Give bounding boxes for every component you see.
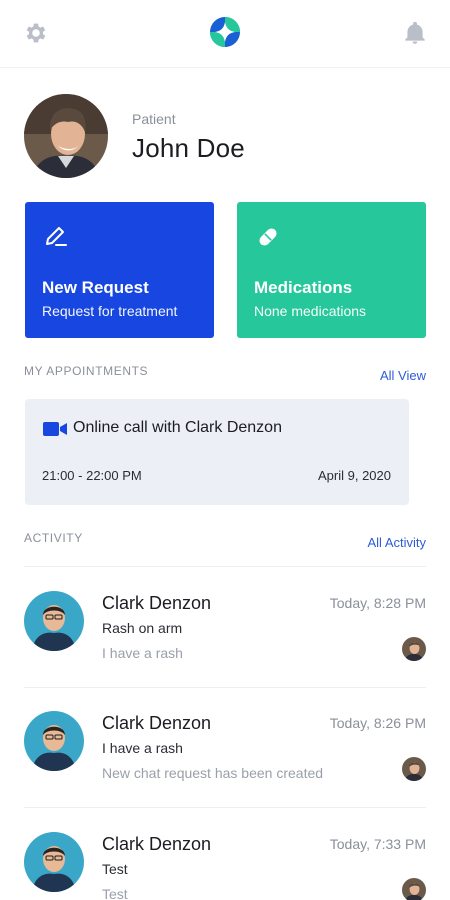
activity-time: Today, 7:33 PM <box>329 836 426 852</box>
activity-subject: I have a rash <box>102 740 183 756</box>
activity-time: Today, 8:28 PM <box>329 595 426 611</box>
activity-item[interactable]: Clark Denzon Today, 8:28 PM Rash on arm … <box>0 591 450 701</box>
pencil-icon <box>46 227 67 246</box>
medications-subtitle: None medications <box>254 303 367 319</box>
all-view-link[interactable]: All View <box>380 368 426 383</box>
new-request-card[interactable]: New Request Request for treatment <box>25 202 214 338</box>
medications-title: Medications <box>254 278 353 297</box>
divider <box>24 566 426 567</box>
activity-item[interactable]: Clark Denzon Today, 7:33 PM Test Test <box>0 832 450 900</box>
activity-subject: Test <box>102 861 128 877</box>
appointment-card[interactable]: Online call with Clark Denzon 21:00 - 22… <box>25 399 409 505</box>
appointment-time: 21:00 - 22:00 PM <box>42 468 142 483</box>
activity-message: I have a rash <box>102 645 183 661</box>
activity-name: Clark Denzon <box>102 834 212 854</box>
profile-role: Patient <box>132 111 176 127</box>
new-request-subtitle: Request for treatment <box>42 303 178 319</box>
patient-mini-avatar <box>402 878 426 900</box>
doctor-avatar <box>24 832 84 892</box>
activity-message: New chat request has been created <box>102 765 324 781</box>
patient-mini-avatar <box>402 757 426 781</box>
activity-heading: ACTIVITY <box>24 531 83 545</box>
appointments-heading: MY APPOINTMENTS <box>24 364 149 378</box>
bell-icon[interactable] <box>402 20 428 46</box>
patient-avatar[interactable] <box>24 94 108 178</box>
gear-icon[interactable] <box>23 20 49 46</box>
activity-time: Today, 8:26 PM <box>329 715 426 731</box>
doctor-avatar <box>24 591 84 651</box>
medications-card[interactable]: Medications None medications <box>237 202 426 338</box>
divider <box>24 687 426 688</box>
activity-name: Clark Denzon <box>102 713 212 733</box>
activity-subject: Rash on arm <box>102 620 183 636</box>
top-bar <box>0 0 450 68</box>
new-request-title: New Request <box>42 278 149 297</box>
activity-item[interactable]: Clark Denzon Today, 8:26 PM I have a ras… <box>0 711 450 821</box>
app-logo <box>210 17 240 47</box>
pill-icon <box>259 228 277 246</box>
all-activity-link[interactable]: All Activity <box>367 535 426 550</box>
divider <box>24 807 426 808</box>
activity-name: Clark Denzon <box>102 593 212 613</box>
activity-message: Test <box>102 886 128 900</box>
video-camera-icon <box>43 422 67 436</box>
profile-name: John Doe <box>132 133 245 163</box>
appointment-date: April 9, 2020 <box>318 468 391 483</box>
doctor-avatar <box>24 711 84 771</box>
patient-mini-avatar <box>402 637 426 661</box>
appointment-title: Online call with Clark Denzon <box>73 419 282 436</box>
